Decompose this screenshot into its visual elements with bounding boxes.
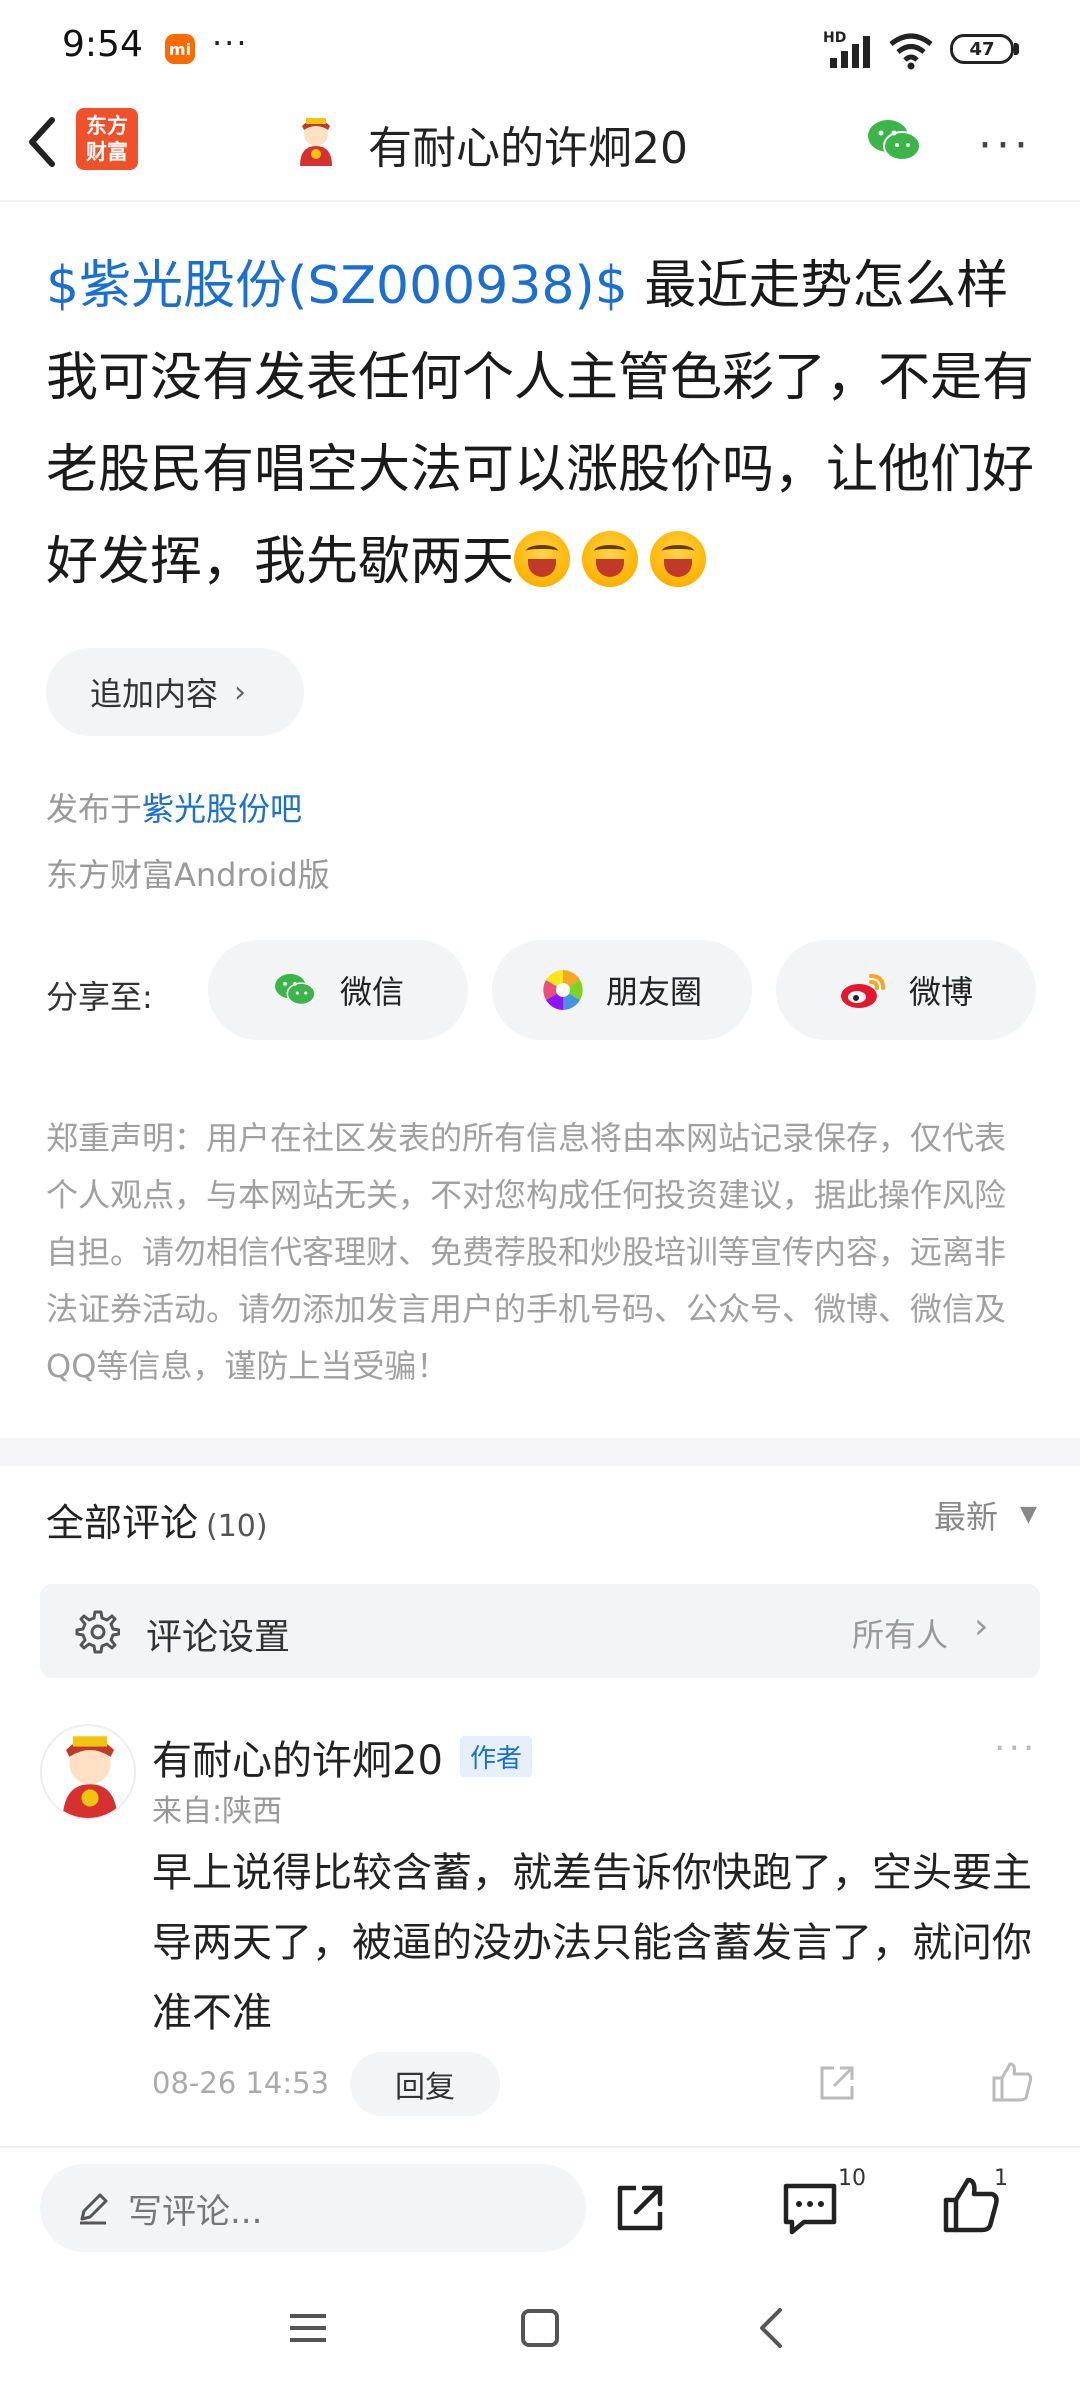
section-divider bbox=[0, 1438, 1080, 1466]
comments-title: 全部评论 bbox=[46, 1501, 199, 1545]
commenter-location: 来自:陕西 bbox=[152, 1794, 283, 1829]
share-moments-label: 朋友圈 bbox=[605, 973, 702, 1011]
logo-line2: 财富 bbox=[86, 140, 128, 164]
more-options-icon[interactable]: ··· bbox=[978, 120, 1032, 171]
caret-down-icon[interactable]: ▼ bbox=[1020, 1502, 1037, 1527]
user-avatar-icon bbox=[300, 118, 332, 166]
nav-back-icon[interactable] bbox=[756, 2306, 786, 2350]
comment-timestamp: 08-26 14:53 bbox=[152, 2066, 330, 2100]
disclaimer-text: 郑重声明：用户在社区发表的所有信息将由本网站记录保存，仅代表个人观点，与本网站无… bbox=[46, 1119, 1007, 1385]
write-comment-input[interactable]: 写评论... bbox=[40, 2164, 586, 2252]
share-weibo-button[interactable]: 微博 bbox=[776, 940, 1036, 1040]
laughing-face-icon bbox=[650, 531, 707, 587]
comment-icon[interactable] bbox=[780, 2180, 840, 2236]
reply-button[interactable]: 回复 bbox=[350, 2052, 500, 2116]
comment-settings-value: 所有人 bbox=[852, 1616, 949, 1654]
append-content-label: 追加内容 bbox=[90, 675, 219, 713]
status-time: 9:54 bbox=[62, 24, 143, 65]
chevron-right-icon: › bbox=[234, 674, 247, 710]
share-wechat-label: 微信 bbox=[339, 973, 404, 1011]
commenter-avatar[interactable] bbox=[40, 1724, 136, 1820]
logo-line1: 东方 bbox=[86, 114, 128, 138]
moments-icon bbox=[542, 970, 583, 1010]
battery-icon: 47 bbox=[950, 34, 1014, 64]
laughing-face-icon bbox=[514, 531, 571, 587]
gear-icon bbox=[75, 1610, 120, 1654]
battery-tip bbox=[1014, 43, 1019, 55]
pencil-icon bbox=[80, 2193, 108, 2225]
comment-settings-label: 评论设置 bbox=[146, 1617, 291, 1658]
xiaomi-notification-icon: mi bbox=[165, 34, 195, 64]
wifi-icon bbox=[889, 33, 933, 70]
commenter-username[interactable]: 有耐心的许炯20 bbox=[152, 1728, 443, 1786]
share-label: 分享至: bbox=[46, 978, 153, 1016]
back-arrow-icon[interactable] bbox=[22, 112, 62, 172]
wechat-share-icon[interactable] bbox=[864, 116, 924, 166]
avatar-icon bbox=[62, 1736, 118, 1818]
stock-tag-link[interactable]: $紫光股份(SZ000938)$ bbox=[46, 256, 628, 316]
share-wechat-button[interactable]: 微信 bbox=[208, 940, 468, 1040]
more-notifications-icon: ··· bbox=[212, 24, 249, 62]
thumbs-up-icon[interactable] bbox=[942, 2176, 1000, 2234]
eastmoney-logo[interactable]: 东方 财富 bbox=[76, 108, 138, 170]
comments-count: (10) bbox=[206, 1509, 268, 1544]
comment-settings-row[interactable]: 评论设置 所有人 › bbox=[40, 1584, 1040, 1678]
client-info: 东方财富Android版 bbox=[46, 856, 330, 894]
share-icon[interactable] bbox=[612, 2180, 668, 2236]
comment-more-icon[interactable]: ··· bbox=[994, 1728, 1037, 1769]
thumbs-up-icon[interactable] bbox=[990, 2060, 1034, 2104]
write-comment-placeholder: 写评论... bbox=[128, 2191, 263, 2232]
home-icon[interactable] bbox=[520, 2308, 560, 2348]
chevron-right-icon: › bbox=[974, 1606, 989, 1647]
publish-info: 发布于紫光股份吧 bbox=[46, 784, 302, 830]
divider bbox=[0, 2146, 1080, 2148]
signal-icon bbox=[830, 36, 870, 68]
author-badge: 作者 bbox=[460, 1736, 533, 1777]
share-moments-button[interactable]: 朋友圈 bbox=[492, 940, 752, 1040]
laughing-face-icon bbox=[582, 531, 639, 587]
share-weibo-label: 微博 bbox=[908, 973, 973, 1011]
weibo-icon bbox=[840, 974, 885, 1008]
like-count-badge: 1 bbox=[994, 2166, 1008, 2191]
share-icon[interactable] bbox=[816, 2062, 858, 2104]
divider bbox=[0, 200, 1080, 202]
comments-header: 全部评论 (10) bbox=[46, 1492, 268, 1547]
page-title: 有耐心的许炯20 bbox=[368, 123, 688, 174]
publish-prefix: 发布于 bbox=[46, 790, 143, 828]
comment-text: 早上说得比较含蓄，就差告诉你快跑了，空头要主导两天了，被逼的没办法只能含蓄发言了… bbox=[152, 1850, 1032, 2036]
wechat-icon bbox=[275, 973, 316, 1006]
append-content-button[interactable]: 追加内容 › bbox=[46, 648, 304, 736]
comment-count-badge: 10 bbox=[838, 2166, 866, 2191]
sort-dropdown[interactable]: 最新 bbox=[934, 1492, 998, 1538]
post-content: $紫光股份(SZ000938)$ 最近走势怎么样我可没有发表任何个人主管色彩了，… bbox=[46, 240, 1046, 608]
recent-apps-icon[interactable] bbox=[288, 2310, 328, 2346]
stock-bar-link[interactable]: 紫光股份吧 bbox=[142, 790, 302, 828]
